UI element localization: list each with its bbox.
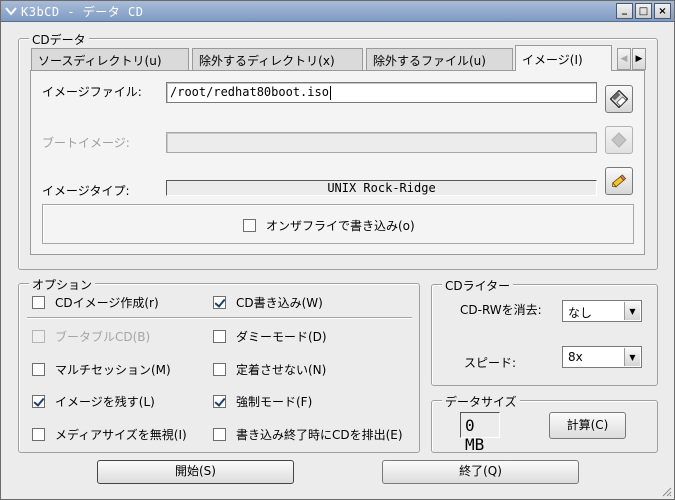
option-label: 書き込み終了時にCDを排出(E) — [236, 428, 403, 442]
calculate-label: 計算(C) — [566, 418, 609, 432]
option-label: マルチセッション(M) — [55, 363, 171, 377]
text-caret — [329, 85, 331, 100]
browse-image-file-button[interactable] — [605, 85, 633, 113]
window-menu-icon[interactable] — [3, 3, 19, 19]
diamond-icon — [611, 132, 627, 148]
image-type-display: UNIX Rock-Ridge — [166, 180, 597, 196]
data-size-display: 0 MB — [460, 412, 500, 454]
image-file-value: /root/redhat80boot.iso — [170, 85, 329, 99]
data-size-value: 0 MB — [465, 416, 485, 454]
option-label: 定着させない(N) — [236, 363, 327, 377]
boot-image-input[interactable] — [166, 132, 597, 153]
option-keep-image[interactable]: イメージを残す(L) — [32, 393, 155, 410]
checkbox-box — [32, 363, 45, 376]
on-the-fly-checkbox[interactable]: オンザフライで書き込み(o) — [243, 217, 415, 234]
cd-writer-group-title: CDライター — [442, 277, 514, 294]
k3bcd-window: K3bCD - データ CD _ □ × CDデータ ソースディレクトリ(u) … — [0, 0, 675, 500]
chevron-down-icon: ▼ — [624, 302, 640, 320]
tab-exclude-file[interactable]: 除外するファイル(u) — [366, 48, 513, 70]
minimize-button[interactable]: _ — [616, 3, 633, 19]
quit-button[interactable]: 終了(Q) — [382, 460, 579, 484]
checkbox-box — [213, 296, 226, 309]
checkbox-box — [213, 428, 226, 441]
tab-label: ソースディレクトリ(u) — [38, 54, 162, 68]
chevron-left-icon: ◀ — [620, 54, 628, 64]
chevron-right-icon: ▶ — [635, 54, 643, 64]
minimize-icon: _ — [622, 3, 627, 15]
tab-label: 除外するファイル(u) — [373, 54, 486, 68]
tab-source-directory[interactable]: ソースディレクトリ(u) — [31, 48, 189, 70]
erase-rw-value: なし — [568, 306, 593, 320]
tab-scroll-left-button[interactable]: ◀ — [617, 48, 631, 70]
option-label: 強制モード(F) — [236, 395, 313, 409]
image-type-label: イメージタイプ: — [42, 184, 130, 198]
option-label: CD書き込み(W) — [236, 296, 323, 310]
option-bootable-cd[interactable]: ブータブルCD(B) — [32, 328, 150, 345]
options-group-title: オプション — [29, 276, 96, 293]
start-button[interactable]: 開始(S) — [97, 460, 294, 484]
speed-label: スピード: — [464, 356, 517, 370]
option-dummy-mode[interactable]: ダミーモード(D) — [213, 328, 327, 345]
boot-image-label: ブートイメージ: — [42, 136, 130, 150]
boot-image-browse-button[interactable] — [605, 126, 633, 154]
on-the-fly-frame: オンザフライで書き込み(o) — [42, 204, 634, 244]
maximize-icon: □ — [638, 5, 649, 17]
chevron-down-icon: ▼ — [624, 348, 640, 366]
start-label: 開始(S) — [175, 464, 216, 478]
cd-data-group-title: CDデータ — [29, 31, 89, 48]
option-multisession[interactable]: マルチセッション(M) — [32, 361, 171, 378]
checkbox-box — [32, 395, 45, 408]
pencil-icon — [612, 174, 627, 188]
checkbox-box — [213, 363, 226, 376]
window-title: K3bCD - データ CD — [21, 5, 144, 19]
floppy-disk-icon — [610, 90, 628, 108]
title-bar[interactable]: K3bCD - データ CD _ □ × — [1, 1, 674, 22]
erase-rw-label: CD-RWを消去: — [460, 303, 542, 317]
option-eject-when-done[interactable]: 書き込み終了時にCDを排出(E) — [213, 426, 403, 443]
image-type-value: UNIX Rock-Ridge — [327, 181, 436, 195]
data-size-group-title: データサイズ — [442, 393, 520, 410]
close-button[interactable]: × — [654, 3, 671, 19]
option-write-cd[interactable]: CD書き込み(W) — [213, 294, 323, 311]
tab-exclude-directory[interactable]: 除外するディレクトリ(x) — [192, 48, 363, 70]
checkbox-box — [213, 330, 226, 343]
checkbox-box — [213, 395, 226, 408]
option-label: ブータブルCD(B) — [55, 330, 151, 344]
option-label: メディアサイズを無視(I) — [55, 428, 187, 442]
image-file-label: イメージファイル: — [42, 85, 142, 99]
tab-scroll-right-button[interactable]: ▶ — [632, 48, 646, 70]
checkbox-box — [243, 219, 256, 232]
erase-rw-select[interactable]: なし ▼ — [562, 300, 642, 322]
option-label: ダミーモード(D) — [236, 330, 327, 344]
checkbox-box — [32, 330, 45, 343]
option-create-cd-image[interactable]: CDイメージ作成(r) — [32, 294, 159, 311]
option-no-fixate[interactable]: 定着させない(N) — [213, 361, 326, 378]
tab-label: 除外するディレクトリ(x) — [199, 54, 335, 68]
checkbox-box — [32, 296, 45, 309]
tab-label: イメージ(I) — [522, 53, 583, 67]
checkbox-box — [32, 428, 45, 441]
close-icon: × — [658, 5, 667, 17]
options-separator — [27, 317, 412, 319]
option-label: イメージを残す(L) — [55, 395, 155, 409]
quit-label: 終了(Q) — [459, 464, 502, 478]
speed-select[interactable]: 8x ▼ — [562, 346, 642, 368]
calculate-size-button[interactable]: 計算(C) — [549, 412, 626, 439]
speed-value: 8x — [568, 350, 583, 364]
on-the-fly-label: オンザフライで書き込み(o) — [266, 219, 415, 233]
image-file-input[interactable]: /root/redhat80boot.iso — [166, 82, 597, 103]
resize-grip-icon[interactable] — [660, 485, 672, 497]
tab-image[interactable]: イメージ(I) — [515, 45, 612, 71]
edit-image-type-button[interactable] — [605, 167, 633, 195]
option-ignore-media-size[interactable]: メディアサイズを無視(I) — [32, 426, 187, 443]
option-force-mode[interactable]: 強制モード(F) — [213, 393, 312, 410]
option-label: CDイメージ作成(r) — [55, 296, 159, 310]
maximize-button[interactable]: □ — [635, 3, 652, 19]
image-tab-pane: イメージファイル: /root/redhat80boot.iso ブートイメージ… — [30, 70, 645, 255]
